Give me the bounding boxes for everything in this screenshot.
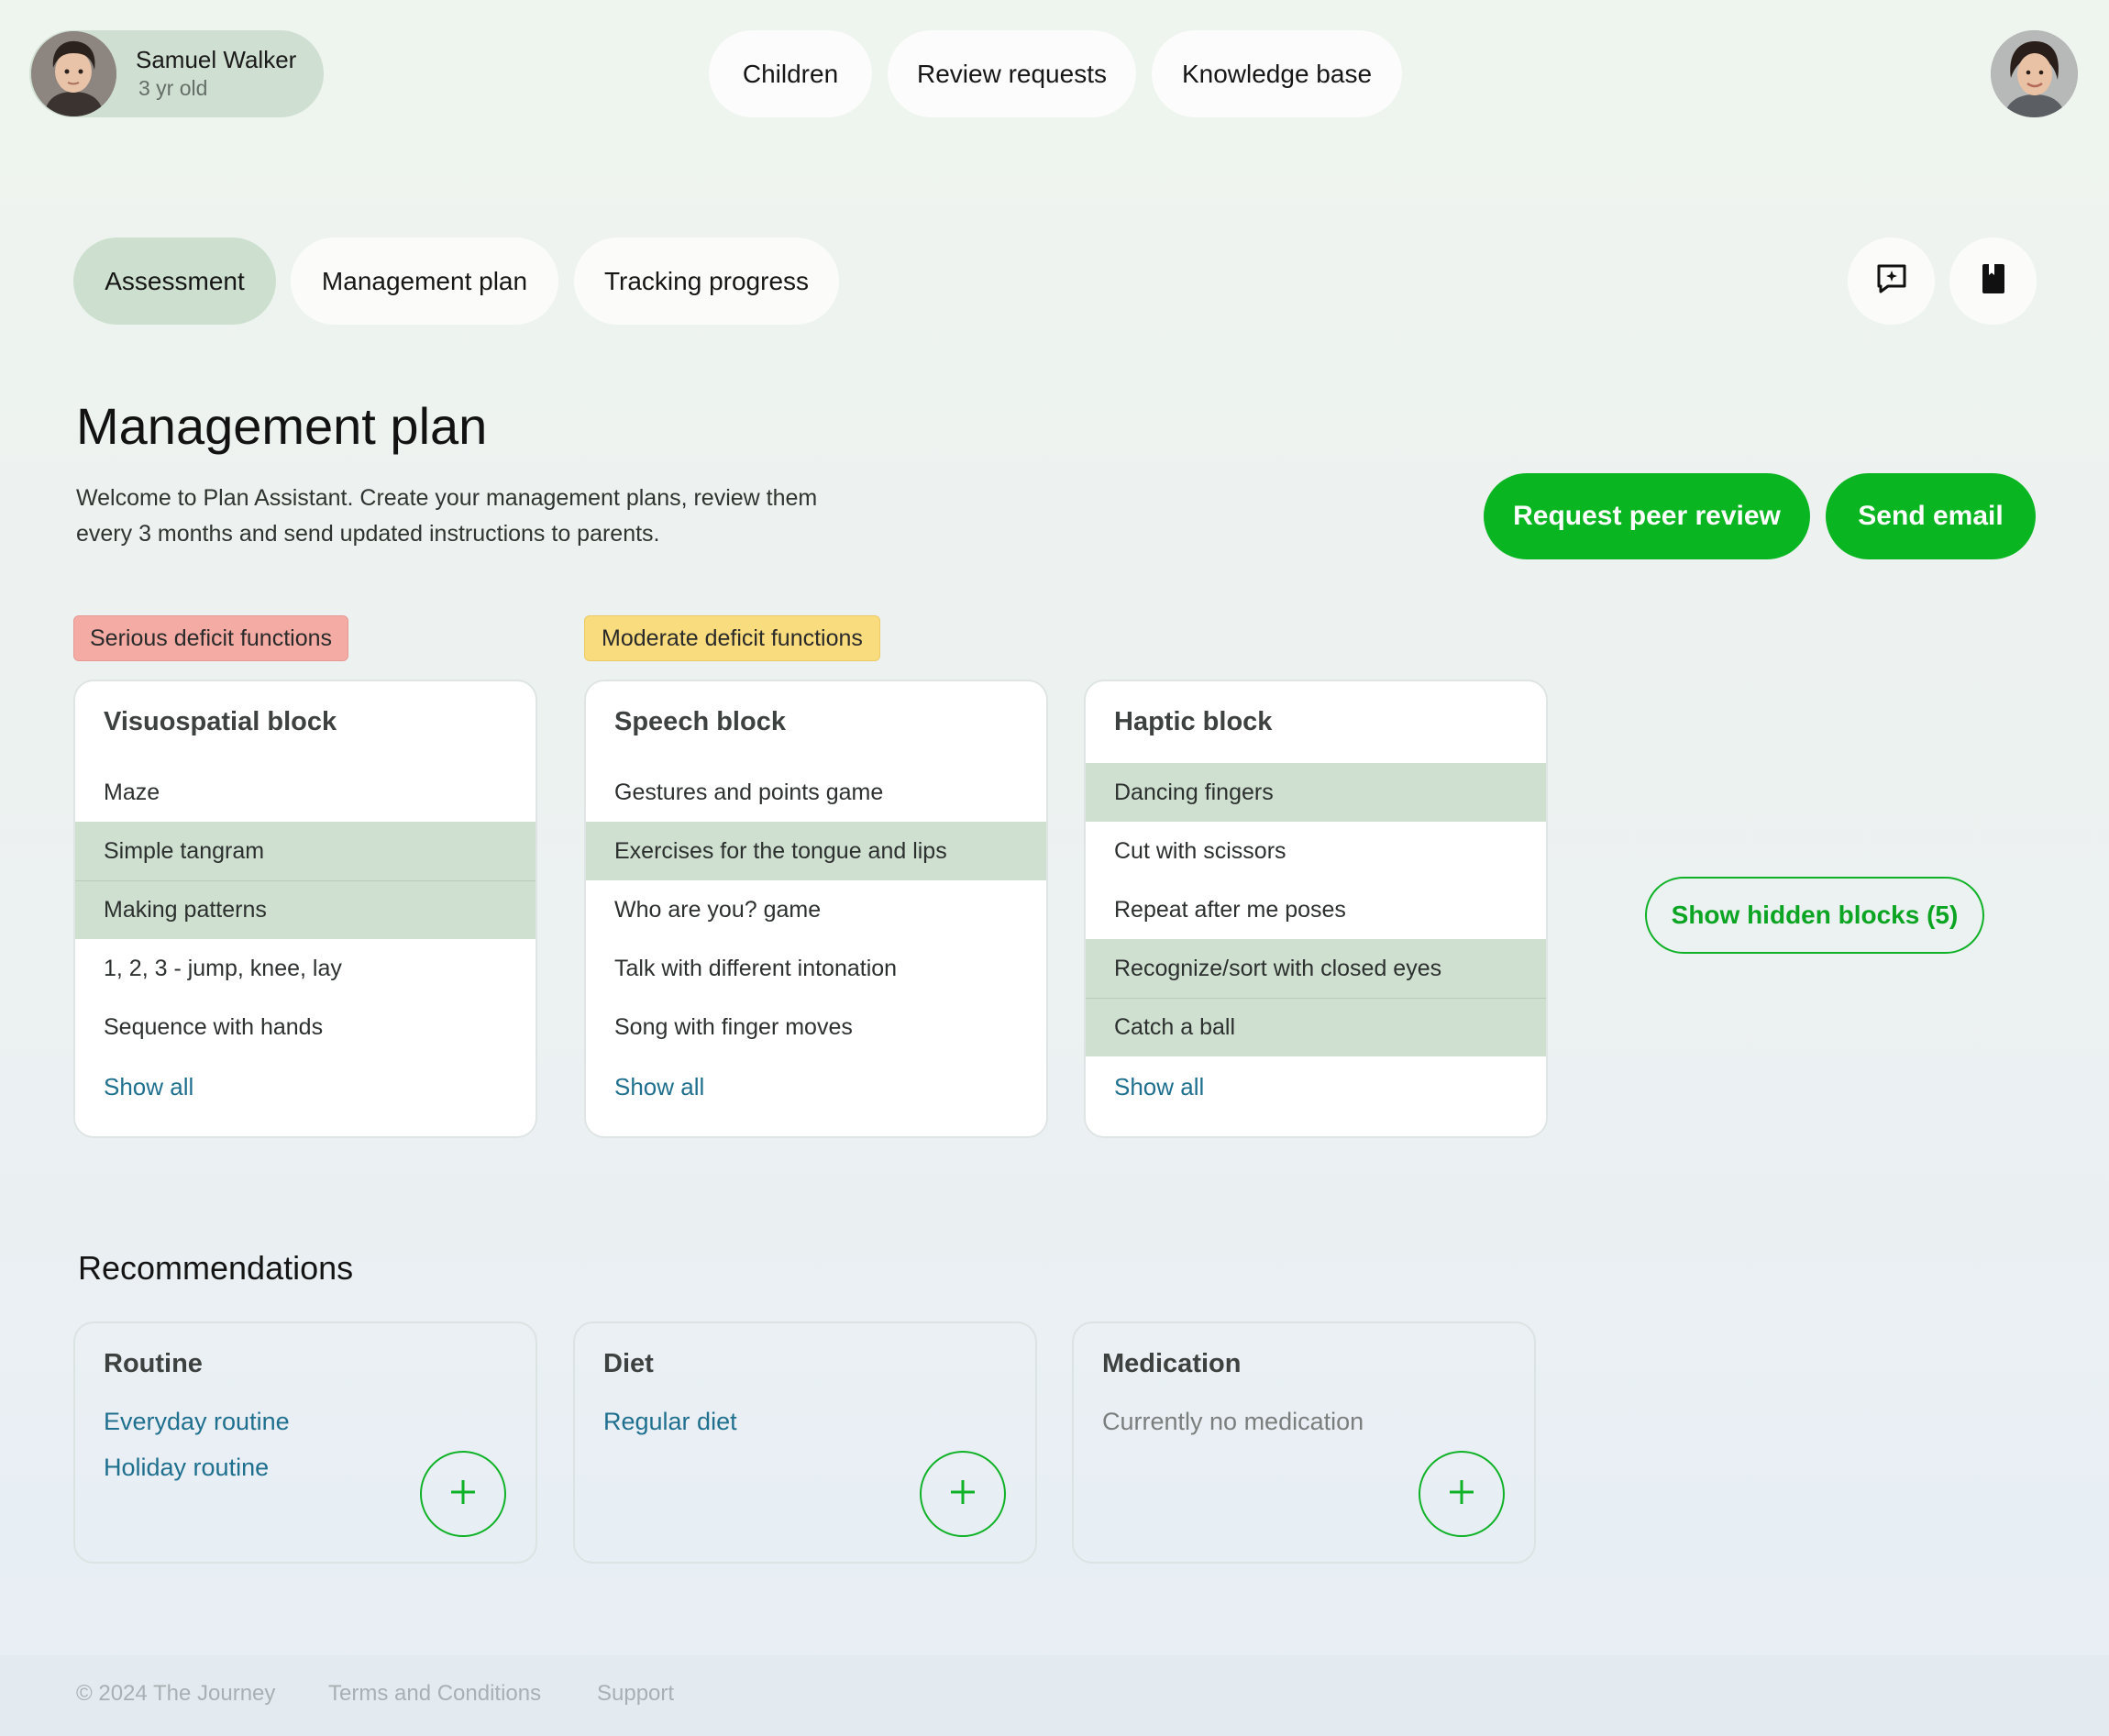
child-name: Samuel Walker [136, 46, 297, 73]
routine-link-everyday[interactable]: Everyday routine [104, 1408, 290, 1436]
block-item[interactable]: Recognize/sort with closed eyes [1086, 939, 1546, 998]
show-all-link[interactable]: Show all [104, 1073, 193, 1101]
block-item[interactable]: Sequence with hands [75, 998, 536, 1056]
add-medication-button[interactable] [1419, 1451, 1505, 1537]
block-item[interactable]: Repeat after me poses [1086, 880, 1546, 939]
block-item[interactable]: 1, 2, 3 - jump, knee, lay [75, 939, 536, 998]
block-list: Maze Simple tangram Making patterns 1, 2, 3… [75, 763, 536, 1056]
rec-title: Diet [603, 1349, 654, 1378]
block-item[interactable]: Gestures and points game [586, 763, 1046, 822]
block-list: Gestures and points game Exercises for th… [586, 763, 1046, 1056]
book-icon [1980, 263, 2007, 299]
block-item[interactable]: Who are you? game [586, 880, 1046, 939]
block-title: Visuospatial block [104, 707, 337, 736]
block-item[interactable]: Talk with different intonation [586, 939, 1046, 998]
request-peer-review-button[interactable]: Request peer review [1484, 473, 1810, 559]
serious-deficit-badge: Serious deficit functions [73, 615, 348, 661]
rec-title: Medication [1102, 1349, 1242, 1378]
nav-knowledge-base[interactable]: Knowledge base [1152, 30, 1402, 117]
footer [0, 1655, 2109, 1736]
routine-link-holiday[interactable]: Holiday routine [104, 1454, 269, 1482]
show-all-link[interactable]: Show all [614, 1073, 704, 1101]
footer-support-link[interactable]: Support [597, 1681, 674, 1707]
footer-copyright: © 2024 The Journey [76, 1681, 276, 1706]
recommendations-heading: Recommendations [78, 1249, 354, 1287]
block-title: Speech block [614, 707, 786, 736]
block-card-visuospatial: Visuospatial block Maze Simple tangram Mak… [73, 680, 537, 1138]
page-title: Management plan [76, 397, 488, 455]
plus-icon [948, 1477, 977, 1511]
block-card-speech: Speech block Gestures and points game Exe… [584, 680, 1048, 1138]
tab-tracking-progress[interactable]: Tracking progress [574, 238, 839, 325]
diet-link-regular[interactable]: Regular diet [603, 1408, 737, 1436]
block-card-haptic: Haptic block Dancing fingers Cut with sci… [1084, 680, 1548, 1138]
block-item[interactable]: Exercises for the tongue and lips [586, 822, 1046, 880]
block-item[interactable]: Making patterns [75, 880, 536, 939]
rec-card-diet: Diet Regular diet [573, 1321, 1037, 1564]
medication-empty-text: Currently no medication [1102, 1408, 1364, 1435]
footer-terms-link[interactable]: Terms and Conditions [328, 1681, 541, 1707]
block-list: Dancing fingers Cut with scissors Repeat a… [1086, 763, 1546, 1056]
show-all-link[interactable]: Show all [1114, 1073, 1204, 1101]
block-item[interactable]: Catch a ball [1086, 998, 1546, 1056]
moderate-deficit-badge: Moderate deficit functions [584, 615, 880, 661]
show-hidden-blocks-button[interactable]: Show hidden blocks (5) [1645, 877, 1984, 954]
block-item[interactable]: Simple tangram [75, 822, 536, 880]
block-item[interactable]: Song with finger moves [586, 998, 1046, 1056]
user-avatar[interactable] [1991, 30, 2078, 117]
send-email-button[interactable]: Send email [1826, 473, 2036, 559]
comment-plus-icon [1875, 262, 1908, 300]
block-item[interactable]: Maze [75, 763, 536, 822]
nav-review-requests[interactable]: Review requests [888, 30, 1136, 117]
rec-card-routine: Routine Everyday routine Holiday routine [73, 1321, 537, 1564]
nav-children[interactable]: Children [709, 30, 872, 117]
plus-icon [448, 1477, 478, 1511]
rec-title: Routine [104, 1349, 203, 1378]
tab-assessment[interactable]: Assessment [73, 238, 276, 325]
child-avatar [31, 31, 116, 116]
add-diet-button[interactable] [920, 1451, 1006, 1537]
block-item[interactable]: Dancing fingers [1086, 763, 1546, 822]
plus-icon [1447, 1477, 1476, 1511]
block-title: Haptic block [1114, 707, 1273, 736]
add-comment-button[interactable] [1848, 238, 1935, 325]
block-item[interactable]: Cut with scissors [1086, 822, 1546, 880]
knowledge-book-button[interactable] [1949, 238, 2037, 325]
page-description: Welcome to Plan Assistant. Create your m… [76, 485, 818, 547]
tab-management-plan[interactable]: Management plan [291, 238, 558, 325]
child-age: 3 yr old [138, 76, 208, 100]
add-routine-button[interactable] [420, 1451, 506, 1537]
rec-card-medication: Medication Currently no medication [1072, 1321, 1536, 1564]
